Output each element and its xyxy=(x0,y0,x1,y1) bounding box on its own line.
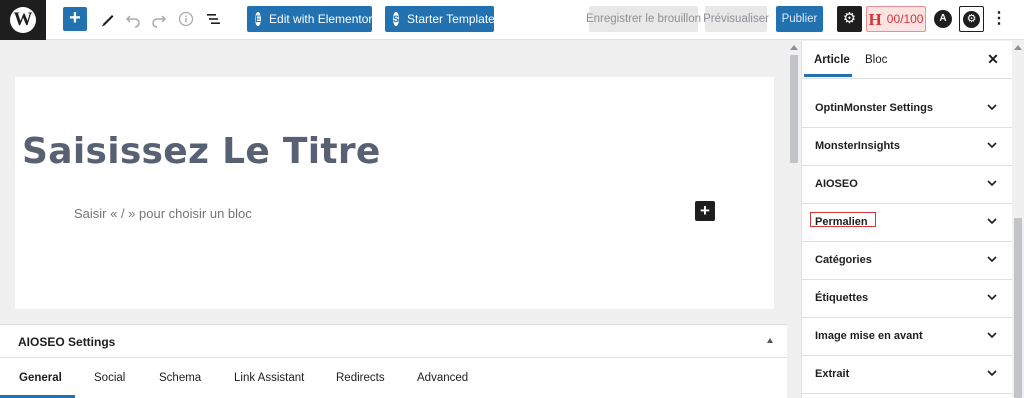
panel-etiquettes[interactable]: Étiquettes xyxy=(802,280,1013,318)
save-draft-button[interactable]: Enregistrer le brouillon xyxy=(586,6,701,32)
block-placeholder[interactable]: Saisir « / » pour choisir un bloc xyxy=(74,206,252,221)
tools-pencil-icon[interactable] xyxy=(97,8,119,30)
editor-scrollbar-thumb[interactable] xyxy=(790,55,798,163)
plugin-settings-button[interactable]: ⚙ xyxy=(959,6,984,32)
preview-button[interactable]: Prévisualiser xyxy=(703,6,769,32)
post-title-input[interactable]: Saisissez Le Titre xyxy=(22,131,381,172)
panel-label: Étiquettes xyxy=(815,292,869,304)
starter-templates-label: Starter Templates xyxy=(407,12,501,26)
chevron-down-icon xyxy=(987,180,997,187)
tab-bloc[interactable]: Bloc xyxy=(865,54,887,66)
editor-top-toolbar: W + E Edit with Elementor S Starter Temp… xyxy=(0,0,1024,40)
close-icon[interactable]: ✕ xyxy=(986,52,1000,66)
seo-score-button[interactable]: H 00/100 xyxy=(866,6,926,32)
tab-schema[interactable]: Schema xyxy=(159,358,201,398)
panel-label: MonsterInsights xyxy=(815,140,900,152)
settings-sidebar: Article Bloc ✕ OptinMonster Settings Mon… xyxy=(801,41,1013,398)
panel-label: Image mise en avant xyxy=(815,330,923,342)
panel-label: AIOSEO xyxy=(815,178,858,190)
chevron-down-icon xyxy=(987,294,997,301)
seo-score-value: 00/100 xyxy=(886,12,924,26)
undo-icon[interactable] xyxy=(122,8,144,30)
aioseo-settings-metabox: AIOSEO Settings General Social Schema Li… xyxy=(0,324,787,398)
details-info-icon[interactable] xyxy=(175,8,197,30)
scroll-up-arrow-icon[interactable] xyxy=(790,45,798,50)
sidebar-tabs: Article Bloc ✕ xyxy=(802,41,1013,79)
headline-analyzer-icon: H xyxy=(868,9,882,29)
panel-label: Permalien xyxy=(815,216,868,228)
tab-advanced[interactable]: Advanced xyxy=(417,358,468,398)
panel-label: Extrait xyxy=(815,368,850,380)
panel-permalien[interactable]: Permalien xyxy=(802,204,1013,242)
collapse-arrow-icon[interactable] xyxy=(767,338,773,343)
starter-templates-icon: S xyxy=(393,12,400,26)
panel-extrait[interactable]: Extrait xyxy=(802,356,1013,394)
editor-scrollbar[interactable] xyxy=(787,41,801,398)
panel-image-mise-en-avant[interactable]: Image mise en avant xyxy=(802,318,1013,356)
redo-icon[interactable] xyxy=(148,8,170,30)
editor-page: Saisissez Le Titre Saisir « / » pour cho… xyxy=(15,77,774,309)
chevron-down-icon xyxy=(987,142,997,149)
more-options-icon[interactable]: ⋮ xyxy=(991,8,1007,30)
wordpress-logo-button[interactable]: W xyxy=(0,0,46,40)
panel-label: Catégories xyxy=(815,254,872,266)
starter-templates-button[interactable]: S Starter Templates xyxy=(385,6,501,32)
tab-article[interactable]: Article xyxy=(814,54,850,66)
astra-settings-icon[interactable]: A xyxy=(934,10,952,28)
panel-aioseo[interactable]: AIOSEO xyxy=(802,166,1013,204)
list-view-icon[interactable] xyxy=(202,8,224,30)
edit-with-elementor-label: Edit with Elementor xyxy=(269,12,373,26)
tab-general[interactable]: General xyxy=(19,358,62,398)
plugin-gear-icon: ⚙ xyxy=(963,10,980,28)
add-block-button[interactable]: + xyxy=(695,201,715,221)
elementor-icon: E xyxy=(255,12,262,26)
chevron-down-icon xyxy=(987,256,997,263)
metabox-title: AIOSEO Settings xyxy=(18,335,116,349)
tab-link-assistant[interactable]: Link Assistant xyxy=(234,358,304,398)
panel-label: OptinMonster Settings xyxy=(815,102,933,114)
settings-gear-icon[interactable]: ⚙ xyxy=(837,6,862,32)
sidebar-scrollbar-thumb[interactable] xyxy=(1014,218,1022,398)
sidebar-scrollbar[interactable] xyxy=(1012,41,1024,398)
chevron-down-icon xyxy=(987,104,997,111)
panel-optinmonster-settings[interactable]: OptinMonster Settings xyxy=(802,90,1013,128)
metabox-tabs: General Social Schema Link Assistant Red… xyxy=(0,358,787,398)
publish-button[interactable]: Publier xyxy=(776,6,823,32)
editor-canvas: Saisissez Le Titre Saisir « / » pour cho… xyxy=(0,41,787,324)
active-tab-indicator xyxy=(804,74,852,77)
edit-with-elementor-button[interactable]: E Edit with Elementor xyxy=(247,6,372,32)
metabox-header[interactable]: AIOSEO Settings xyxy=(0,325,787,358)
wordpress-logo-icon: W xyxy=(10,7,36,33)
scroll-up-arrow-icon[interactable] xyxy=(1014,45,1022,50)
tab-social[interactable]: Social xyxy=(94,358,125,398)
chevron-down-icon xyxy=(987,218,997,225)
panel-monsterinsights[interactable]: MonsterInsights xyxy=(802,128,1013,166)
block-inserter-toggle[interactable]: + xyxy=(63,7,87,31)
tab-redirects[interactable]: Redirects xyxy=(336,358,385,398)
chevron-down-icon xyxy=(987,332,997,339)
panel-categories[interactable]: Catégories xyxy=(802,242,1013,280)
chevron-down-icon xyxy=(987,370,997,377)
